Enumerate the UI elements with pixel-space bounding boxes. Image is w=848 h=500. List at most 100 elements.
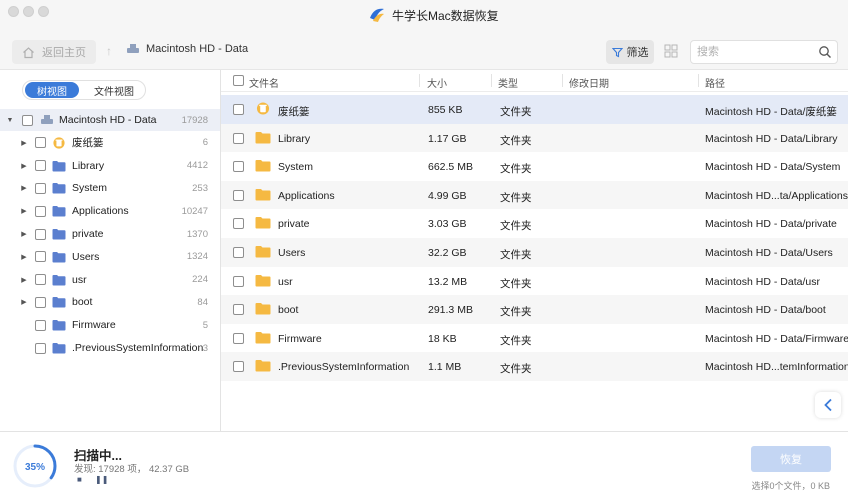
row-checkbox[interactable]: [233, 218, 244, 230]
tree-checkbox[interactable]: [35, 160, 46, 172]
tree-checkbox[interactable]: [35, 319, 46, 331]
tab-tree-view[interactable]: 树视图: [25, 82, 79, 98]
expand-arrow-icon[interactable]: ▶: [20, 298, 28, 306]
tree-checkbox[interactable]: [35, 251, 46, 263]
expand-arrow-icon[interactable]: ▶: [20, 184, 28, 192]
row-checkbox[interactable]: [233, 247, 244, 258]
tree-item-count: 5: [202, 319, 208, 331]
table-row[interactable]: Applications 4.99 GB 文件夹 Macintosh HD...…: [221, 180, 848, 210]
tree-checkbox[interactable]: [35, 137, 46, 149]
table-row[interactable]: boot 291.3 MB 文件夹 Macintosh HD - Data/bo…: [221, 295, 848, 324]
pause-icon[interactable]: ❚❚: [95, 475, 108, 484]
folder-icon: [255, 359, 271, 372]
column-header-type[interactable]: 类型: [498, 75, 518, 90]
breadcrumb-label[interactable]: Macintosh HD - Data: [146, 43, 248, 55]
tree-root-item[interactable]: ▼ Macintosh HD - Data 17928: [0, 109, 220, 131]
collapse-panel-button[interactable]: [815, 392, 841, 418]
column-header-name[interactable]: 文件名: [249, 75, 279, 90]
tree-item[interactable]: ▶ Applications 10247: [0, 200, 220, 222]
column-header-size[interactable]: 大小: [427, 75, 447, 90]
table-row[interactable]: 废纸篓 855 KB 文件夹 Macintosh HD - Data/废纸篓: [221, 95, 848, 124]
row-checkbox[interactable]: [233, 189, 244, 201]
tree-checkbox[interactable]: [22, 114, 33, 126]
expand-arrow-icon[interactable]: ▼: [6, 117, 14, 124]
table-row[interactable]: .PreviousSystemInformation 1.1 MB 文件夹 Ma…: [221, 352, 848, 381]
tree-checkbox[interactable]: [35, 342, 46, 354]
tree-item[interactable]: Firmware 5: [0, 314, 220, 336]
row-file-name: usr: [278, 275, 293, 288]
tree-checkbox[interactable]: [35, 205, 46, 217]
row-checkbox[interactable]: [233, 332, 244, 344]
expand-arrow-icon[interactable]: ▶: [20, 207, 28, 215]
column-header-modified[interactable]: 修改日期: [569, 75, 609, 90]
column-divider[interactable]: [698, 74, 699, 87]
minimize-window-button[interactable]: [23, 6, 34, 17]
zoom-window-button[interactable]: [38, 6, 49, 17]
tree-item[interactable]: .PreviousSystemInformation 3: [0, 337, 220, 359]
app-title: 牛学长Mac数据恢复: [368, 6, 499, 24]
column-divider[interactable]: [562, 74, 563, 87]
expand-arrow-icon[interactable]: ▶: [20, 276, 28, 284]
row-checkbox[interactable]: [233, 304, 244, 316]
tree-item[interactable]: ▶ 废纸篓 6: [0, 132, 220, 154]
search-input[interactable]: [697, 44, 815, 60]
folder-icon: [52, 296, 66, 308]
expand-arrow-icon[interactable]: ▶: [20, 253, 28, 261]
tree-item[interactable]: ▶ Library 4412: [0, 155, 220, 177]
table-row[interactable]: System 662.5 MB 文件夹 Macintosh HD - Data/…: [221, 152, 848, 181]
tree-item-label: Firmware: [72, 319, 116, 332]
column-header-path[interactable]: 路径: [705, 75, 725, 90]
status-bar: 35% 扫描中... 发现: 17928 项， 42.37 GB ■ ❚❚ 恢复…: [0, 431, 848, 500]
selection-status: 选择0个文件，0 KB: [751, 481, 830, 491]
expand-arrow-icon[interactable]: ▶: [20, 162, 28, 170]
home-icon: [23, 46, 34, 58]
app-title-text: 牛学长Mac数据恢复: [392, 8, 499, 23]
recover-button[interactable]: 恢复: [751, 446, 831, 472]
row-file-name: System: [278, 161, 314, 174]
tree-item[interactable]: ▶ private 1370: [0, 223, 220, 245]
tree-item-count: 253: [192, 182, 208, 194]
row-checkbox[interactable]: [233, 275, 244, 287]
view-toggle: 树视图 文件视图: [22, 80, 146, 100]
select-all-checkbox[interactable]: [233, 75, 244, 86]
tree-item-label: Users: [72, 250, 100, 263]
tab-file-view[interactable]: 文件视图: [85, 82, 143, 98]
row-checkbox[interactable]: [233, 104, 244, 115]
title-bar: 牛学长Mac数据恢复: [0, 0, 848, 30]
expand-arrow-icon[interactable]: ▶: [20, 230, 28, 238]
tree-item-label: Library: [72, 159, 105, 172]
tree-item-count: 4412: [186, 160, 208, 172]
tree-checkbox[interactable]: [35, 296, 46, 308]
row-file-path: Macintosh HD - Data/Firmware: [705, 332, 848, 345]
expand-arrow-icon[interactable]: ▶: [20, 139, 28, 147]
grid-view-icon[interactable]: [664, 44, 678, 58]
column-divider[interactable]: [419, 74, 420, 87]
row-file-name: 废纸篓: [278, 106, 310, 118]
row-checkbox[interactable]: [233, 161, 244, 173]
column-divider[interactable]: [491, 74, 492, 87]
filter-button[interactable]: 筛选: [606, 40, 654, 64]
tree-checkbox[interactable]: [35, 182, 46, 194]
tree-checkbox[interactable]: [35, 274, 46, 286]
close-window-button[interactable]: [8, 6, 19, 17]
scan-status-detail: 发现: 17928 项， 42.37 GB: [74, 464, 190, 475]
tree-item[interactable]: ▶ usr 224: [0, 269, 220, 291]
tree-item[interactable]: ▶ boot 84: [0, 291, 220, 313]
table-row[interactable]: Firmware 18 KB 文件夹 Macintosh HD - Data/F…: [221, 324, 848, 353]
table-row[interactable]: usr 13.2 MB 文件夹 Macintosh HD - Data/usr: [221, 267, 848, 296]
table-row[interactable]: Library 1.17 GB 文件夹 Macintosh HD - Data/…: [221, 123, 848, 153]
row-file-type: 文件夹: [500, 249, 532, 261]
row-checkbox[interactable]: [233, 361, 244, 373]
folder-icon: [255, 245, 271, 258]
up-arrow-icon[interactable]: ↑: [106, 44, 112, 58]
table-row[interactable]: private 3.03 GB 文件夹 Macintosh HD - Data/…: [221, 209, 848, 238]
table-row[interactable]: Users 32.2 GB 文件夹 Macintosh HD - Data/Us…: [221, 238, 848, 267]
tree-item[interactable]: ▶ System 253: [0, 177, 220, 199]
drive-icon: [40, 114, 54, 126]
tree-item[interactable]: ▶ Users 1324: [0, 246, 220, 268]
home-button[interactable]: 返回主页: [12, 40, 96, 64]
tree-checkbox[interactable]: [35, 228, 46, 240]
stop-icon[interactable]: ■: [77, 475, 82, 484]
search-icon[interactable]: [818, 45, 832, 59]
row-checkbox[interactable]: [233, 132, 244, 144]
